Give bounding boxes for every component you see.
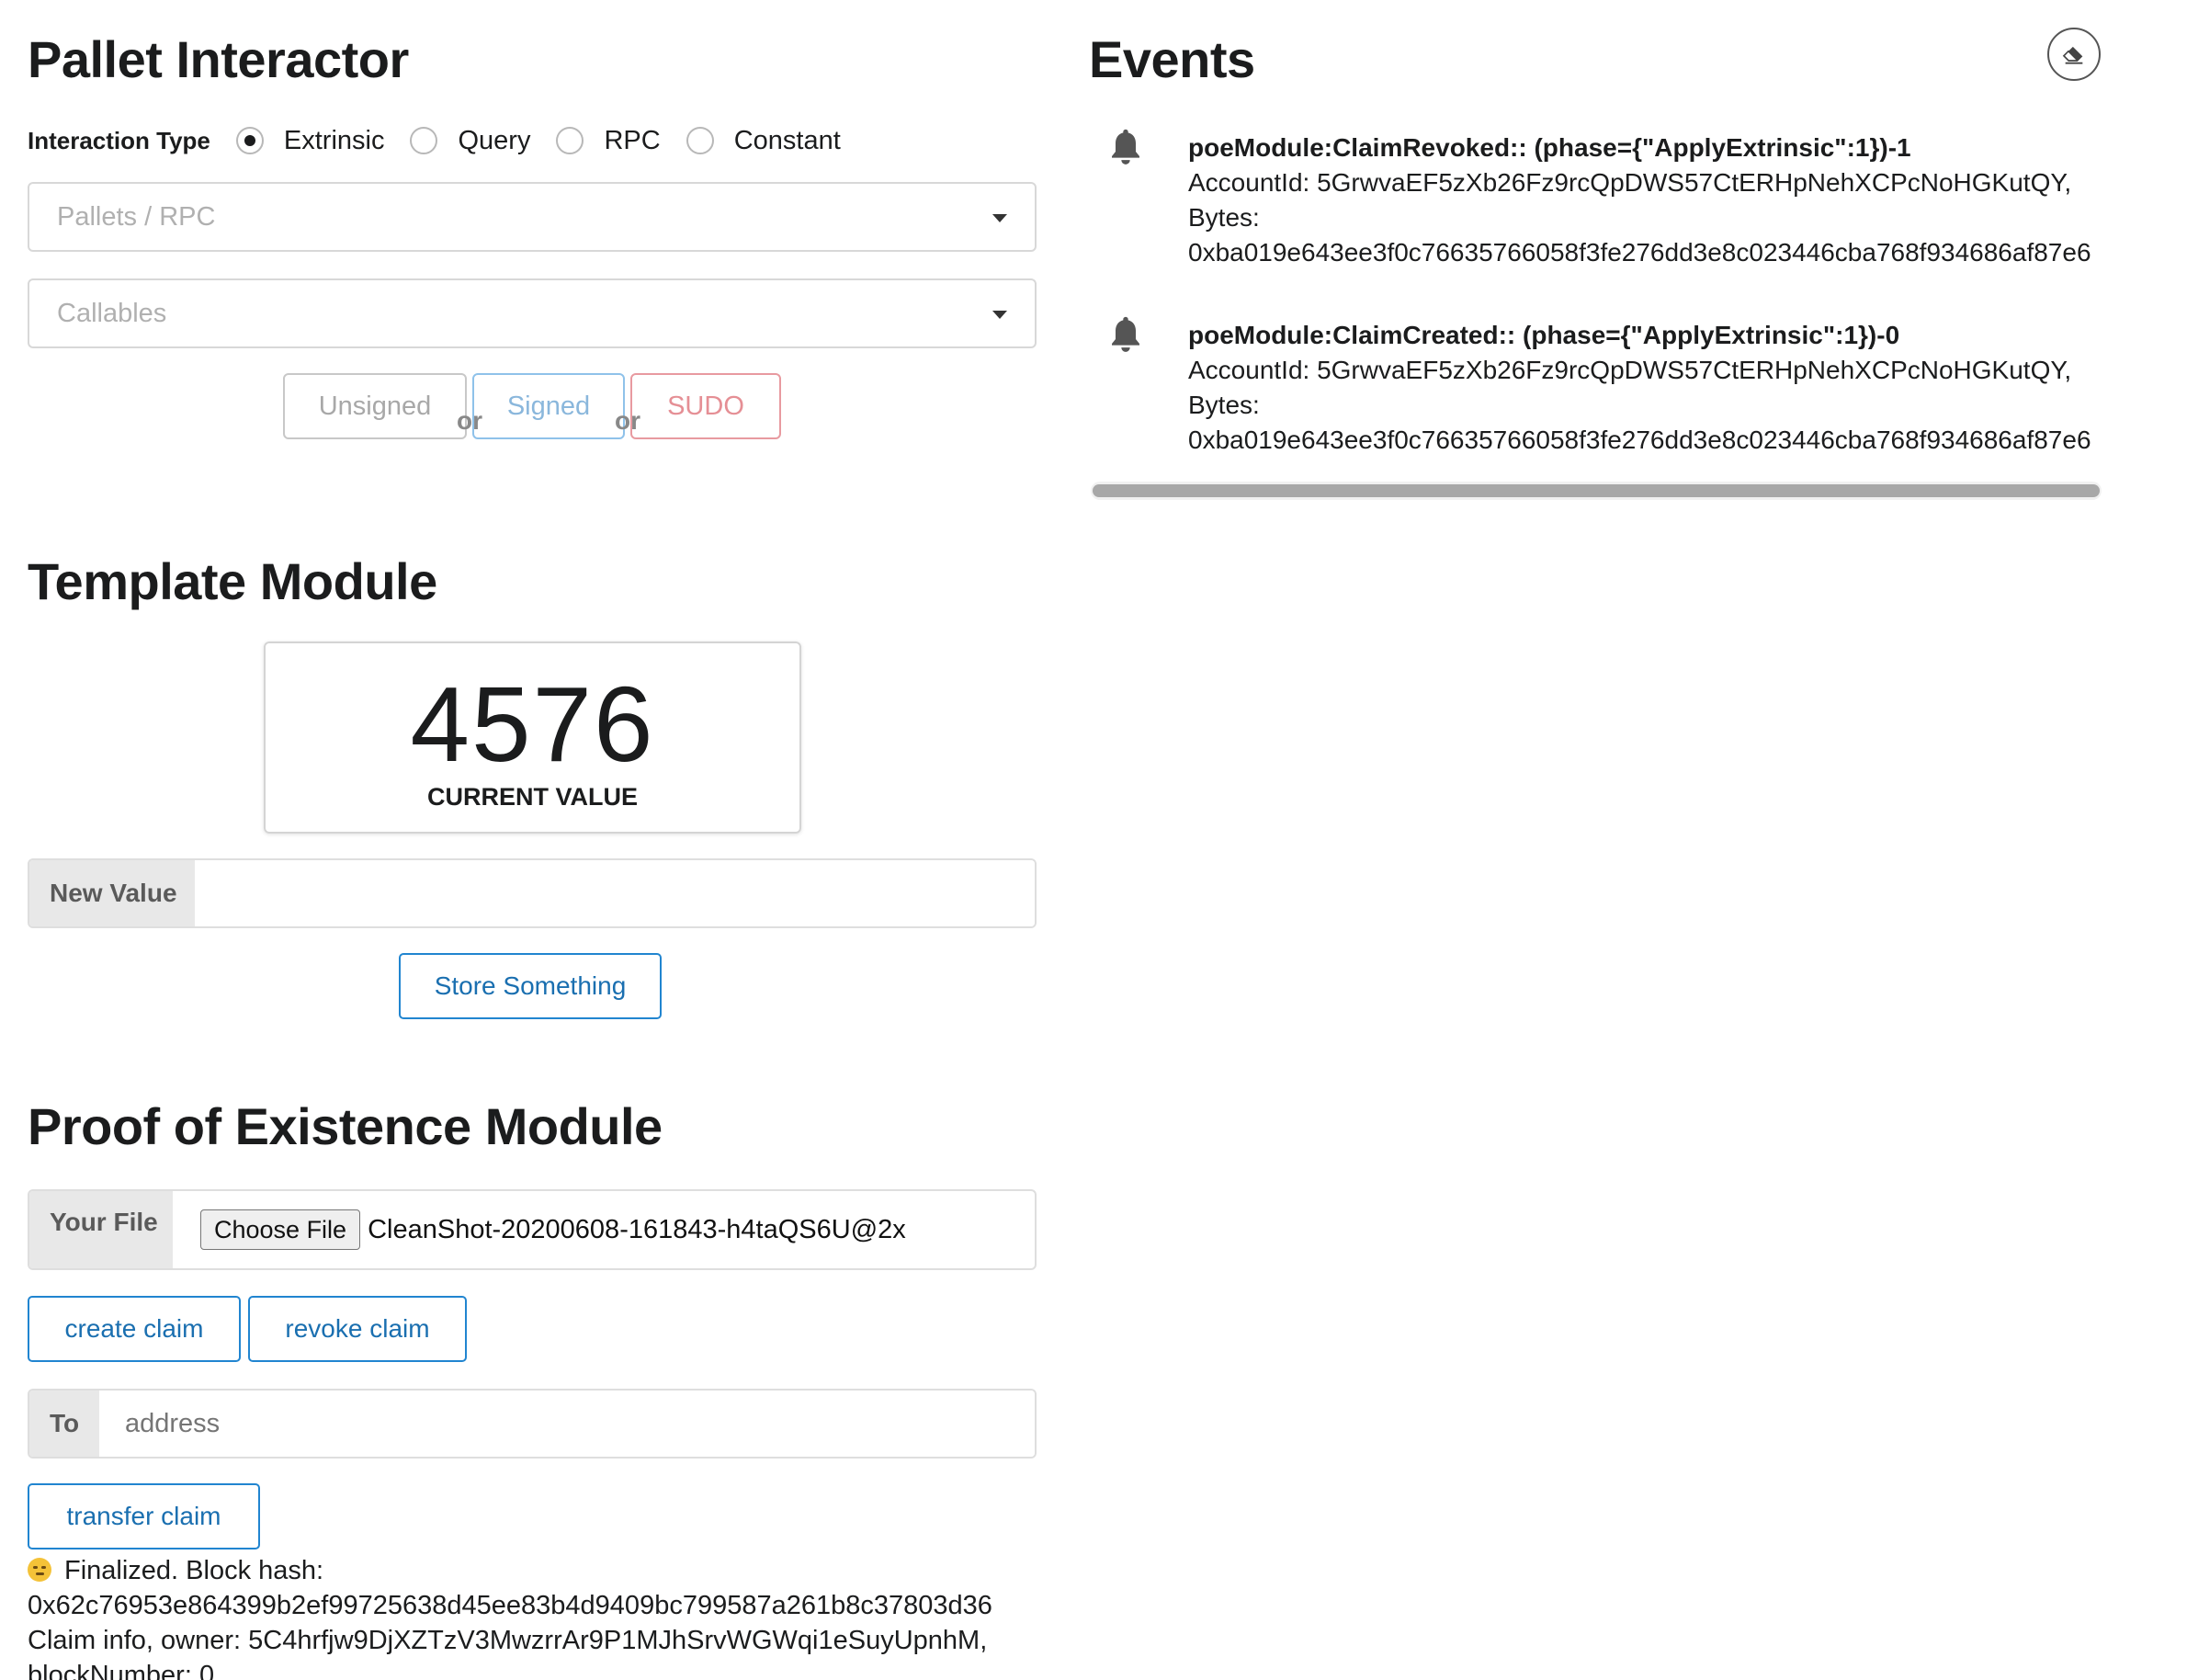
events-horizontal-scrollbar[interactable] [1091,482,2102,500]
signed-button[interactable]: Signed [472,373,625,439]
radio-label-constant: Constant [733,125,841,155]
pallets-rpc-placeholder: Pallets / RPC [57,201,216,232]
current-value-card: 4576 CURRENT VALUE [264,641,801,834]
radio-label-rpc: RPC [604,125,661,155]
caret-down-icon [992,311,1007,319]
clear-events-button[interactable] [2047,28,2101,81]
radio-label-extrinsic: Extrinsic [283,125,385,155]
radio-button[interactable] [410,127,438,154]
to-address-field: To [28,1389,1037,1459]
new-value-input[interactable] [195,860,1035,926]
pallets-rpc-dropdown[interactable]: Pallets / RPC [28,182,1037,252]
store-something-button[interactable]: Store Something [399,953,662,1019]
bell-icon [1112,129,1139,165]
event-bytes: 0xba019e643ee3f0c76635766058f3fe276dd3e8… [1188,426,2091,454]
radio-query[interactable]: Query [410,126,530,156]
choose-file-button[interactable]: Choose File [200,1209,361,1250]
pallet-interactor-title: Pallet Interactor [28,30,409,88]
revoke-claim-button[interactable]: revoke claim [248,1296,467,1362]
radio-button-checked[interactable] [235,127,264,154]
new-value-field: New Value [28,858,1037,928]
current-value: 4576 [410,664,655,784]
poe-module-title: Proof of Existence Module [28,1097,663,1155]
status-finalized-text: Finalized. Block hash: [64,1556,324,1585]
radio-button[interactable] [686,127,714,154]
template-module-title: Template Module [28,552,437,610]
scrollbar-thumb[interactable] [1093,484,2100,497]
transaction-status: Finalized. Block hash: 0x62c76953e864399… [28,1553,1048,1680]
callables-dropdown[interactable]: Callables [28,278,1037,348]
radio-button[interactable] [556,127,584,154]
event-bytes-label: Bytes: [1188,391,1260,419]
transfer-claim-button[interactable]: transfer claim [28,1483,260,1549]
callables-placeholder: Callables [57,298,167,328]
interaction-type-group: Interaction Type Extrinsic Query RPC Con… [28,122,867,159]
eraser-icon [2062,46,2083,64]
signing-button-group: Unsigned or Signed or SUDO [283,373,781,439]
caret-down-icon [992,214,1007,222]
radio-rpc[interactable]: RPC [556,125,661,156]
event-account: AccountId: 5GrwvaEF5zXb26Fz9rcQpDWS57CtE… [1188,356,2072,384]
file-input[interactable]: Choose File CleanShot-20200608-161843-h4… [173,1191,1035,1268]
unsigned-button[interactable]: Unsigned [283,373,467,439]
file-field: Your File Choose File CleanShot-20200608… [28,1189,1037,1270]
winking-face-icon [28,1558,51,1582]
your-file-label: Your File [29,1191,173,1268]
current-value-caption: CURRENT VALUE [427,783,638,811]
events-feed[interactable]: poeModule:ClaimRevoked:: (phase={"ApplyE… [1089,110,2102,496]
event-bytes-label: Bytes: [1188,203,1260,232]
block-hash: 0x62c76953e864399b2ef99725638d45ee83b4d9… [28,1591,992,1620]
interaction-type-label: Interaction Type [28,126,210,154]
create-claim-button[interactable]: create claim [28,1296,241,1362]
address-input[interactable] [99,1391,1035,1457]
sudo-button[interactable]: SUDO [630,373,781,439]
new-value-label: New Value [29,860,195,926]
claim-info: Claim info, owner: 5C4hrfjw9DjXZTzV3Mwzr… [28,1626,988,1655]
bell-icon [1112,316,1139,352]
radio-extrinsic[interactable]: Extrinsic [235,125,385,156]
events-title: Events [1089,30,1255,88]
event-account: AccountId: 5GrwvaEF5zXb26Fz9rcQpDWS57CtE… [1188,168,2072,197]
event-bytes: 0xba019e643ee3f0c76635766058f3fe276dd3e8… [1188,238,2091,267]
to-label: To [29,1391,99,1457]
radio-label-query: Query [458,125,531,155]
block-number: blockNumber: 0 [28,1661,215,1680]
event-title: poeModule:ClaimRevoked:: (phase={"ApplyE… [1188,133,1911,162]
selected-file-name: CleanShot-20200608-161843-h4taQS6U@2x [368,1214,906,1244]
radio-constant[interactable]: Constant [686,126,841,156]
event-title: poeModule:ClaimCreated:: (phase={"ApplyE… [1188,321,1900,349]
